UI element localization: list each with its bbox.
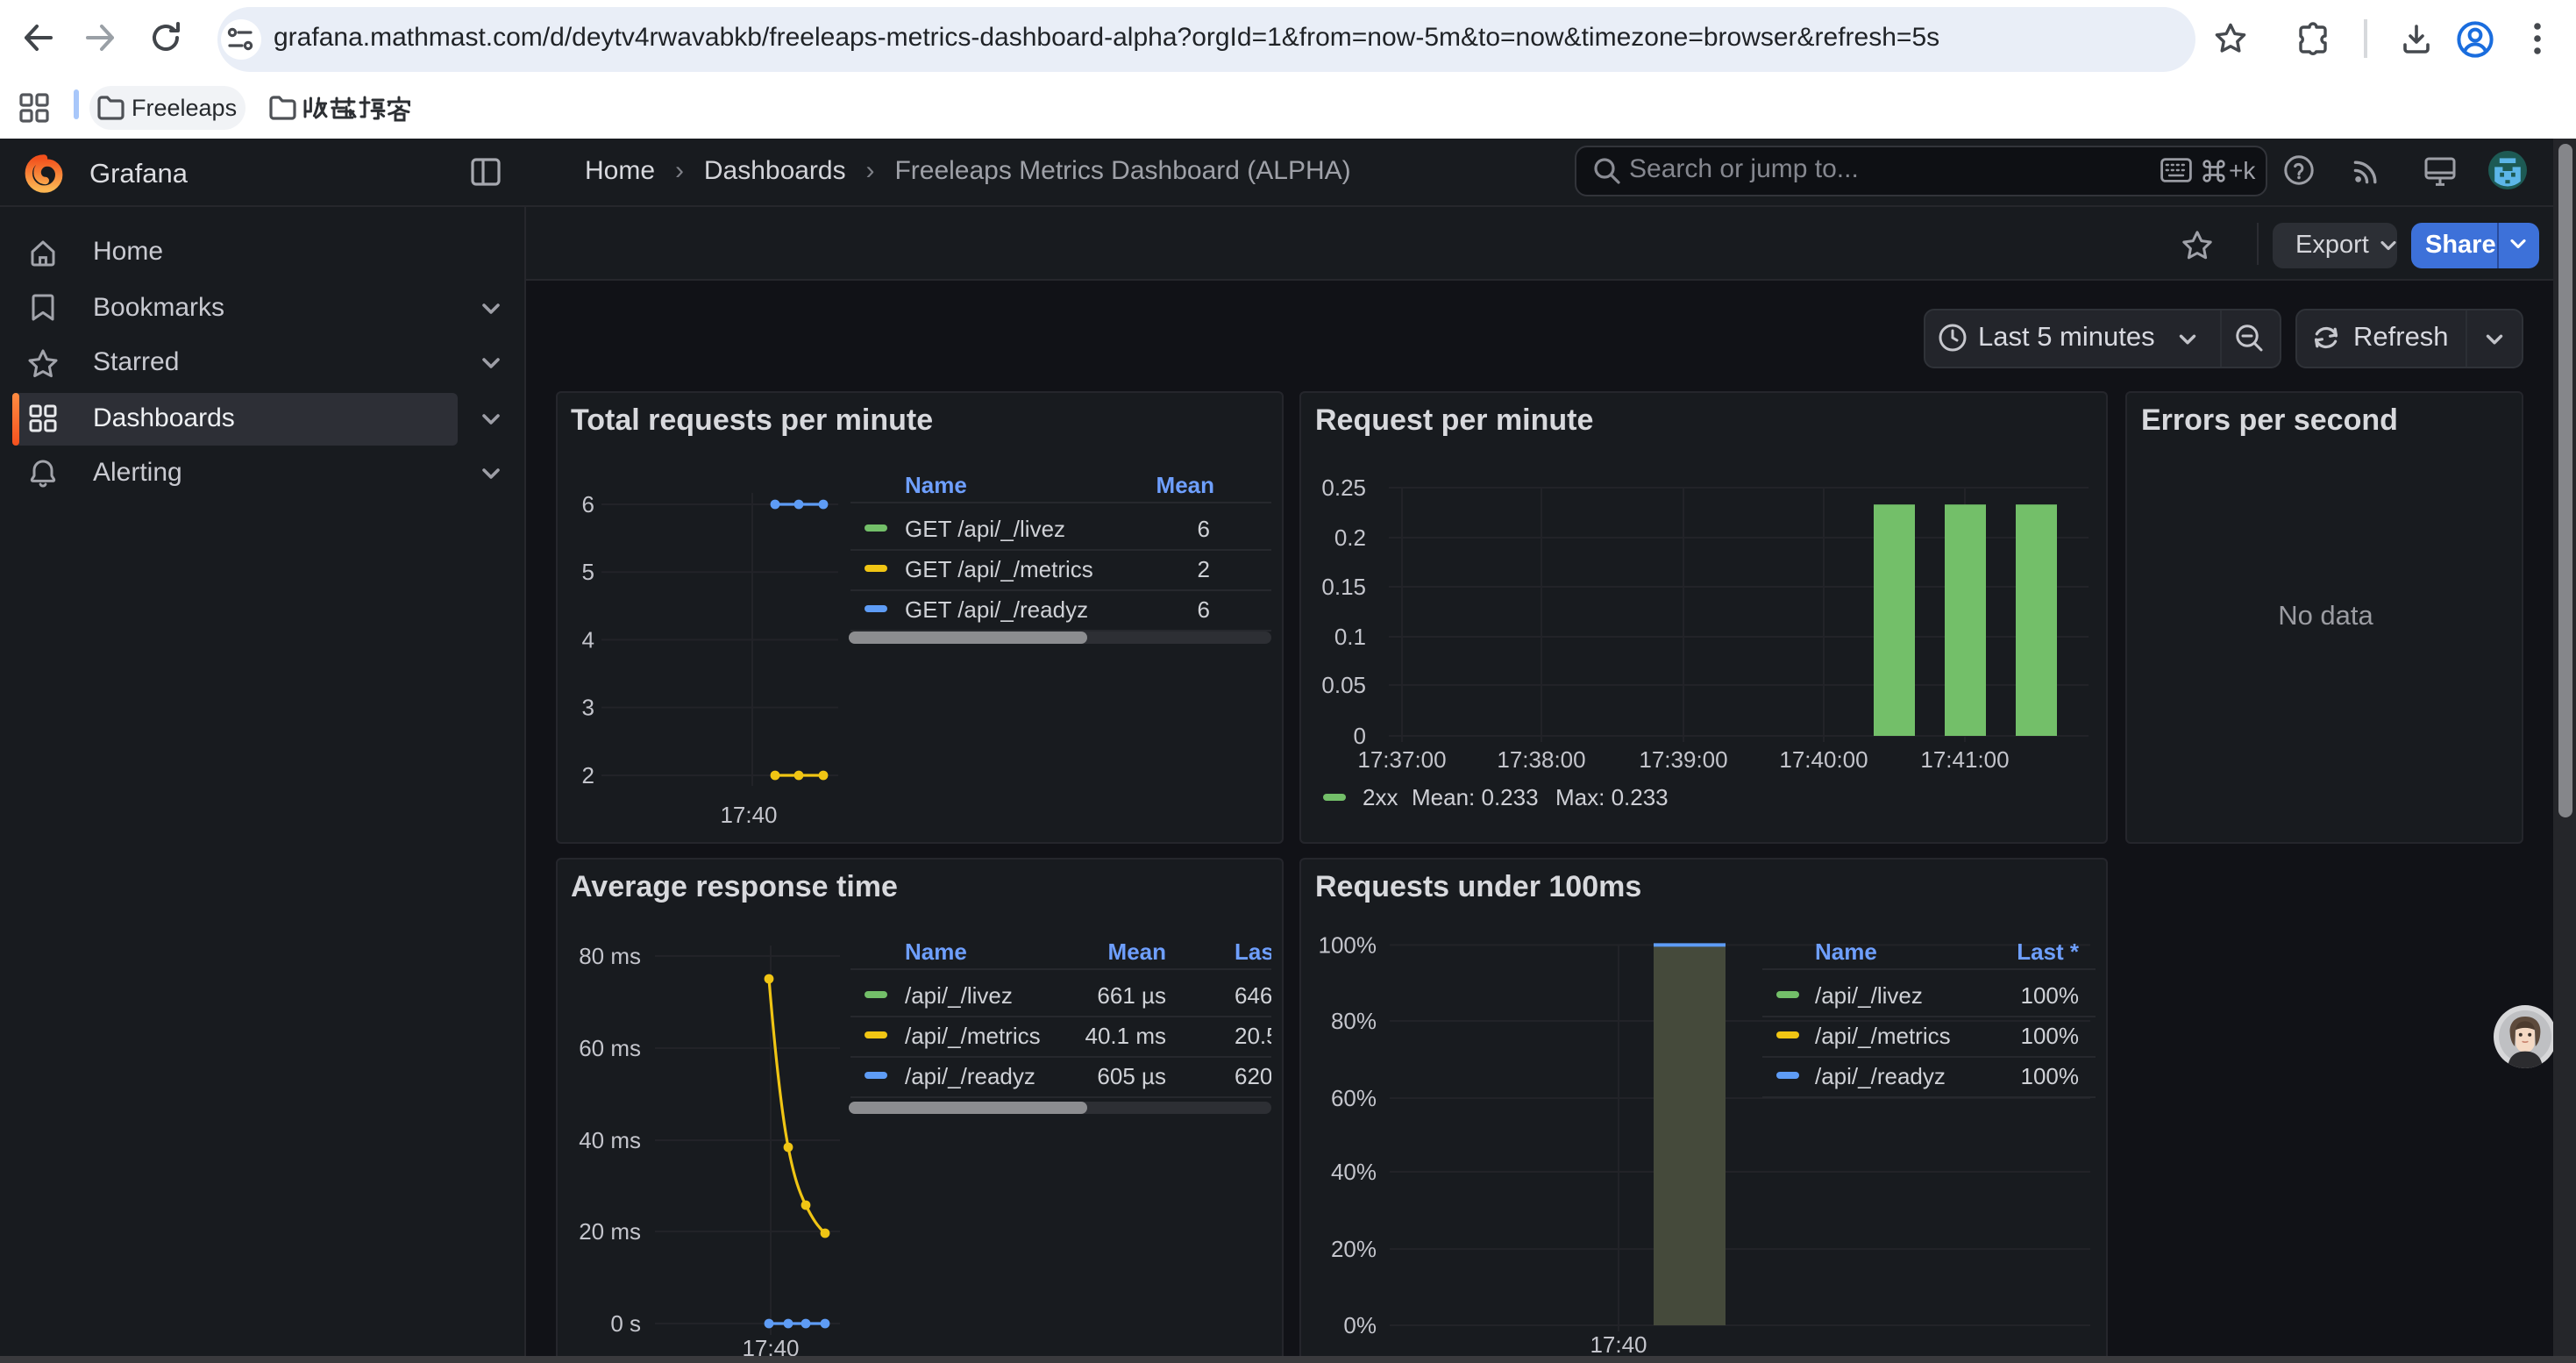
svg-text:0.15: 0.15 bbox=[1321, 574, 1366, 600]
svg-text:17:37:00: 17:37:00 bbox=[1357, 746, 1446, 773]
svg-text:17:40: 17:40 bbox=[1590, 1331, 1647, 1358]
svg-text:17:39:00: 17:39:00 bbox=[1639, 746, 1727, 773]
svg-text:17:41:00: 17:41:00 bbox=[1920, 746, 2009, 773]
svg-text:0: 0 bbox=[1354, 723, 1366, 749]
svg-text:Mean: 0.233: Mean: 0.233 bbox=[1412, 784, 1539, 810]
svg-text:20%: 20% bbox=[1331, 1236, 1377, 1262]
svg-text:0%: 0% bbox=[1343, 1312, 1377, 1338]
svg-text:0 s: 0 s bbox=[609, 1310, 640, 1337]
svg-text:Max: 0.233: Max: 0.233 bbox=[1555, 784, 1669, 810]
svg-text:2xx: 2xx bbox=[1363, 784, 1398, 810]
svg-text:80%: 80% bbox=[1331, 1008, 1377, 1034]
svg-text:2: 2 bbox=[581, 762, 594, 789]
svg-text:40%: 40% bbox=[1331, 1159, 1377, 1185]
svg-text:60%: 60% bbox=[1331, 1085, 1377, 1111]
svg-text:20 ms: 20 ms bbox=[578, 1218, 640, 1245]
svg-text:40 ms: 40 ms bbox=[578, 1127, 640, 1153]
svg-text:0.1: 0.1 bbox=[1334, 624, 1366, 650]
svg-text:4: 4 bbox=[581, 626, 594, 653]
svg-text:17:40:00: 17:40:00 bbox=[1779, 746, 1868, 773]
svg-text:17:38:00: 17:38:00 bbox=[1497, 746, 1585, 773]
svg-text:6: 6 bbox=[581, 491, 594, 517]
svg-text:5: 5 bbox=[581, 559, 594, 585]
svg-text:0.25: 0.25 bbox=[1321, 475, 1366, 501]
svg-text:0.2: 0.2 bbox=[1334, 525, 1366, 551]
svg-text:17:40: 17:40 bbox=[719, 802, 776, 828]
svg-text:100%: 100% bbox=[1319, 931, 1377, 958]
svg-text:3: 3 bbox=[581, 695, 594, 721]
svg-text:0.05: 0.05 bbox=[1321, 672, 1366, 698]
